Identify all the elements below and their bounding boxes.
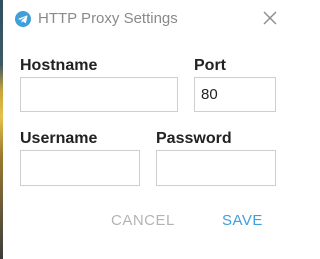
- username-field[interactable]: [20, 150, 140, 186]
- hostname-label: Hostname: [20, 57, 98, 74]
- password-field[interactable]: [156, 150, 276, 186]
- save-button[interactable]: SAVE: [222, 212, 263, 229]
- port-label: Port: [194, 57, 226, 74]
- dialog-titlebar: HTTP Proxy Settings: [0, 0, 290, 38]
- dialog-title: HTTP Proxy Settings: [38, 10, 178, 27]
- proxy-settings-dialog: HTTP Proxy Settings Hostname Port Userna…: [0, 0, 290, 259]
- close-icon[interactable]: [262, 10, 278, 26]
- password-label: Password: [156, 130, 232, 147]
- background-window-edge: [0, 0, 3, 259]
- hostname-field[interactable]: [20, 77, 178, 112]
- cancel-button[interactable]: CANCEL: [111, 212, 175, 229]
- username-label: Username: [20, 130, 98, 147]
- telegram-icon: [15, 11, 31, 27]
- port-field[interactable]: [194, 77, 276, 112]
